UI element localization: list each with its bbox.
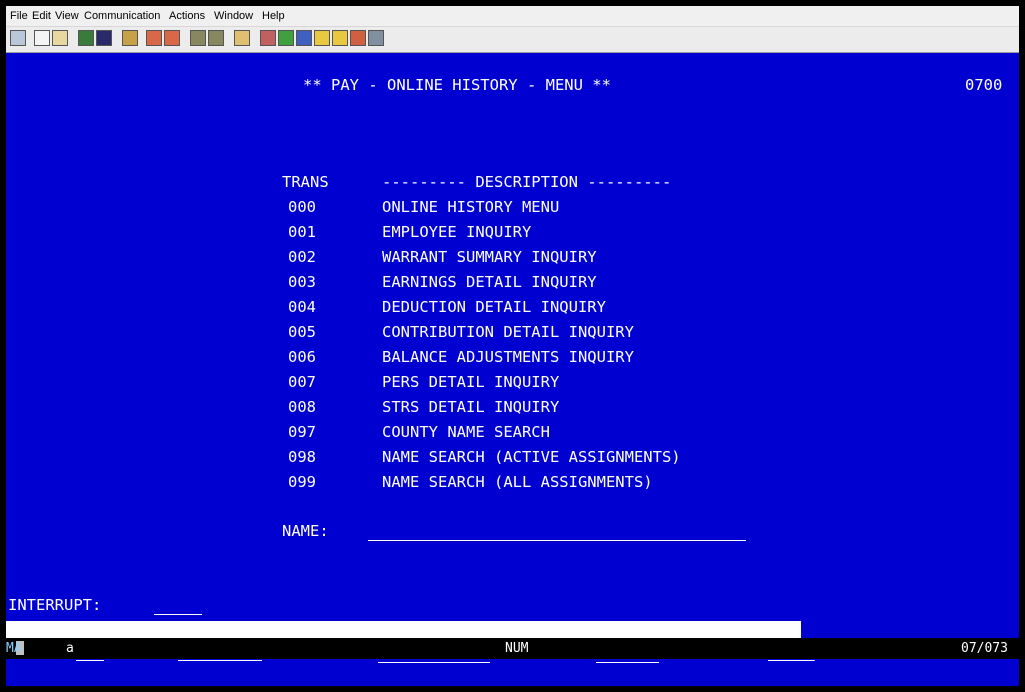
list-item-code: 007 <box>288 373 316 391</box>
session-indicator: MA <box>6 641 22 656</box>
list-item-desc: ONLINE HISTORY MENU <box>382 198 560 216</box>
interrupt-input[interactable] <box>154 614 202 615</box>
menu-view[interactable]: View <box>55 10 79 22</box>
transfer-icon[interactable] <box>190 30 206 46</box>
list-item-code: 002 <box>288 248 316 266</box>
keyboard-icon[interactable] <box>234 30 250 46</box>
terminal-icon[interactable] <box>96 30 112 46</box>
mode-indicator: a <box>66 641 74 656</box>
list-item-code: 003 <box>288 273 316 291</box>
command-input[interactable] <box>6 621 801 639</box>
iss-date-input[interactable] <box>596 662 659 663</box>
num-lock-indicator: NUM <box>505 641 529 656</box>
warrant-input[interactable] <box>378 662 490 663</box>
list-item-code: 097 <box>288 423 316 441</box>
globe-icon[interactable] <box>296 30 312 46</box>
menu-help[interactable]: Help <box>262 10 285 22</box>
list-item-desc: NAME SEARCH (ACTIVE ASSIGNMENTS) <box>382 448 681 466</box>
toolbar <box>6 27 1019 53</box>
list-item-code: 001 <box>288 223 316 241</box>
copy-icon[interactable] <box>34 30 50 46</box>
list-item-desc: EMPLOYEE INQUIRY <box>382 223 532 241</box>
list-item-code: 005 <box>288 323 316 341</box>
list-item-desc: PERS DETAIL INQUIRY <box>382 373 560 391</box>
list-item-desc: WARRANT SUMMARY INQUIRY <box>382 248 597 266</box>
menu-bar: File Edit View Communication Actions Win… <box>6 6 1019 27</box>
menu-file[interactable]: File <box>10 10 28 22</box>
menu-actions[interactable]: Actions <box>169 10 205 22</box>
list-item-code: 006 <box>288 348 316 366</box>
list-item-code: 099 <box>288 473 316 491</box>
column-header-description: --------- DESCRIPTION --------- <box>382 173 672 191</box>
list-item-code: 098 <box>288 448 316 466</box>
list-item-code: 000 <box>288 198 316 216</box>
name-label: NAME: <box>282 522 329 540</box>
help-icon[interactable] <box>368 30 384 46</box>
list-item-desc: STRS DETAIL INQUIRY <box>382 398 560 416</box>
list-item-desc: EARNINGS DETAIL INQUIRY <box>382 273 597 291</box>
list-item-code: 004 <box>288 298 316 316</box>
menu-edit[interactable]: Edit <box>32 10 51 22</box>
list-item-desc: DEDUCTION DETAIL INQUIRY <box>382 298 606 316</box>
list-item-desc: BALANCE ADJUSTMENTS INQUIRY <box>382 348 634 366</box>
terminal-window: File Edit View Communication Actions Win… <box>6 6 1019 686</box>
list-item-code: 008 <box>288 398 316 416</box>
terminal-screen: ** PAY - ONLINE HISTORY - MENU ** 0700 T… <box>6 53 1019 686</box>
macro-icon[interactable] <box>146 30 162 46</box>
transfer-icon[interactable] <box>208 30 224 46</box>
list-item-desc: COUNTY NAME SEARCH <box>382 423 550 441</box>
screen-icon[interactable] <box>10 30 26 46</box>
name-input[interactable] <box>368 540 746 541</box>
cursor-position: 07/073 <box>961 641 1008 656</box>
status-bar: MA a NUM 07/073 <box>6 638 1019 659</box>
menu-window[interactable]: Window <box>214 10 253 22</box>
macro-icon[interactable] <box>164 30 180 46</box>
list-item-desc: NAME SEARCH (ALL ASSIGNMENTS) <box>382 473 653 491</box>
terminal-icon[interactable] <box>78 30 94 46</box>
page-title: ** PAY - ONLINE HISTORY - MENU ** <box>303 76 611 94</box>
screen-code: 0700 <box>965 76 1003 94</box>
menu-communication[interactable]: Communication <box>84 10 160 22</box>
list-item-desc: CONTRIBUTION DETAIL INQUIRY <box>382 323 634 341</box>
network-icon[interactable] <box>278 30 294 46</box>
record-icon[interactable] <box>314 30 330 46</box>
record-icon[interactable] <box>332 30 348 46</box>
edit-icon[interactable] <box>350 30 366 46</box>
interrupt-label: INTERRUPT: <box>8 596 102 614</box>
column-header-trans: TRANS <box>282 173 329 191</box>
send-icon[interactable] <box>122 30 138 46</box>
network-icon[interactable] <box>260 30 276 46</box>
paste-icon[interactable] <box>52 30 68 46</box>
